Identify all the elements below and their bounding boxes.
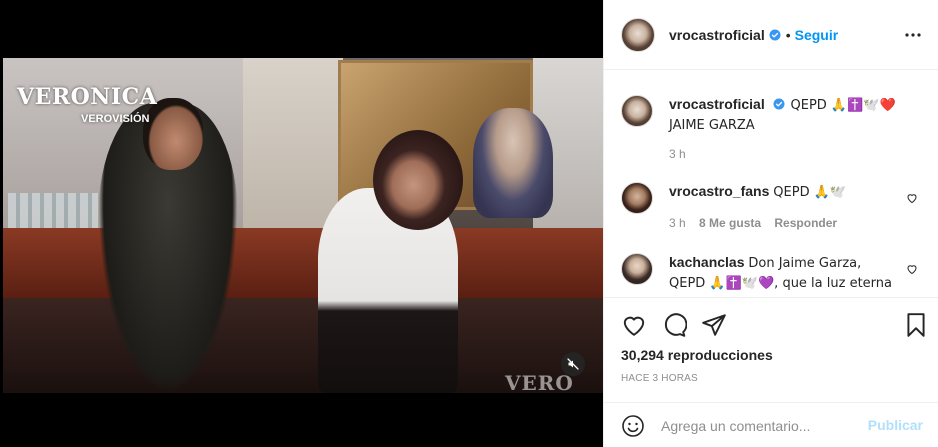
post-header: vrocastroficial • Seguir	[604, 0, 938, 70]
mute-toggle-button[interactable]	[561, 352, 585, 376]
more-options-button[interactable]	[904, 26, 922, 44]
follow-button[interactable]: Seguir	[795, 27, 839, 43]
separator-dot: •	[785, 26, 791, 43]
avatar[interactable]	[621, 95, 653, 127]
video-player[interactable]: VERONICA VEROVISIÓN VERO	[0, 0, 603, 447]
comment-text: QEPD 🙏🕊️	[773, 185, 847, 200]
publish-button[interactable]: Publicar	[868, 417, 923, 433]
comment-time[interactable]: 3 h	[669, 216, 686, 230]
scene-woman-head	[373, 130, 463, 230]
emoji-icon[interactable]	[621, 414, 645, 438]
like-comment-heart-icon[interactable]	[906, 263, 918, 275]
comments-list[interactable]: vrocastroficial QEPD 🙏✝️🕊️❤️ JAIME GARZA…	[604, 71, 938, 296]
header-username[interactable]: vrocastroficial	[669, 27, 765, 43]
caption-time[interactable]: 3 h	[669, 147, 686, 161]
avatar[interactable]	[621, 253, 653, 285]
avatar[interactable]	[621, 17, 655, 52]
action-bar	[621, 312, 926, 338]
comment-meta: 3 h 8 Me gusta Responder	[669, 216, 847, 230]
instagram-post: VERONICA VEROVISIÓN VERO vrocastroficial…	[0, 0, 938, 447]
post-actions: 30,294 reproducciones HACE 3 HORAS Publi…	[604, 297, 938, 447]
watermark-title: VERONICA	[17, 84, 158, 110]
scene-wall	[243, 58, 343, 238]
reply-button[interactable]: Responder	[774, 216, 837, 230]
comment-username[interactable]: kachanclas	[669, 254, 745, 270]
comment-body: vrocastro_fans QEPD 🙏🕊️	[669, 182, 899, 202]
bookmark-icon[interactable]	[903, 312, 929, 338]
comment-likes[interactable]: 8 Me gusta	[699, 216, 761, 230]
more-options-icon	[905, 33, 921, 37]
share-icon[interactable]	[701, 312, 727, 338]
comment-input[interactable]	[661, 417, 861, 434]
post-time-ago[interactable]: HACE 3 HORAS	[621, 373, 698, 384]
views-count[interactable]: 30,294 reproducciones	[621, 347, 773, 363]
like-comment-heart-icon[interactable]	[906, 192, 918, 204]
muted-audio-icon	[567, 358, 579, 370]
comment-body: kachanclas Don Jaime Garza, QEPD 🙏✝️🕊️💜,…	[669, 253, 899, 296]
caption-meta: 3 h	[669, 147, 696, 161]
caption-username[interactable]: vrocastroficial	[669, 96, 765, 112]
post-sidebar: vrocastroficial • Seguir vrocastroficial	[603, 0, 938, 447]
comment-username[interactable]: vrocastro_fans	[669, 183, 769, 199]
caption-body: vrocastroficial QEPD 🙏✝️🕊️❤️ JAIME GARZA	[669, 95, 899, 135]
heart-icon[interactable]	[621, 312, 647, 338]
watermark-subtitle: VEROVISIÓN	[81, 113, 150, 125]
video-frame[interactable]: VERONICA VEROVISIÓN VERO	[3, 58, 603, 393]
verified-badge-icon	[769, 29, 781, 40]
scene-background-person	[473, 108, 553, 218]
comment-icon[interactable]	[661, 312, 687, 338]
verified-badge-icon	[773, 98, 785, 110]
scene-counter	[3, 228, 603, 298]
watermark-corner: VERO	[505, 371, 574, 393]
comment-composer: Publicar	[604, 402, 938, 447]
avatar[interactable]	[621, 182, 653, 214]
